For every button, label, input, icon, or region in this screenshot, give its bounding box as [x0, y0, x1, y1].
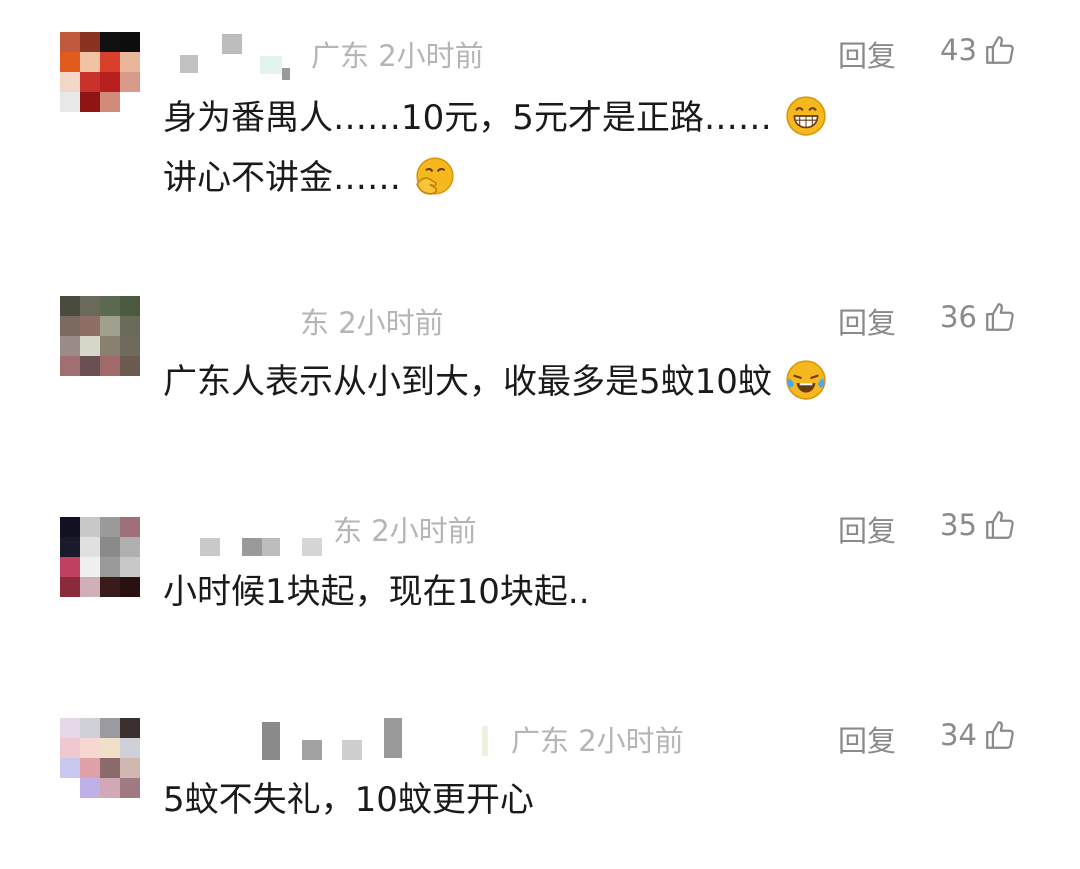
timestamp: 2小时前 — [338, 306, 444, 340]
timestamp: 2小时前 — [371, 514, 477, 548]
comment-text: 身为番禺人……10元，5元才是正路…… — [163, 88, 827, 148]
comment-text-line: 广东人表示从小到大，收最多是5蚊10蚊 — [163, 362, 772, 402]
grinning-emoji — [786, 96, 826, 136]
comment-text: 5蚊不失礼，10蚊更开心 — [163, 770, 534, 830]
comment-text: 广东人表示从小到大，收最多是5蚊10蚊 — [163, 352, 827, 412]
like-count: 34 — [940, 718, 977, 752]
location: 东 — [333, 514, 363, 548]
reply-button[interactable]: 回复 — [838, 300, 896, 342]
comment-feed: 广东 2小时前 回复 43 身为番禺人……10元，5元才是正路…… 讲心不讲金…… — [0, 0, 1080, 869]
comment-text: 小时候1块起，现在10块起.. — [163, 562, 590, 622]
comment-text-line: 身为番禺人……10元，5元才是正路…… — [163, 98, 772, 138]
comment-meta: 东 2小时前 — [333, 508, 477, 550]
thumbs-up-outline-icon — [986, 721, 1014, 749]
thumbs-up-outline-icon — [986, 511, 1014, 539]
username-redacted[interactable] — [200, 530, 330, 560]
like-count: 35 — [940, 508, 977, 542]
like-button[interactable]: 36 — [940, 300, 1017, 334]
timestamp: 2小时前 — [378, 39, 484, 73]
comment-meta: 广东 2小时前 — [511, 718, 684, 760]
reply-button[interactable]: 回复 — [838, 718, 896, 760]
comment-meta: 广东 2小时前 — [311, 33, 484, 75]
smirking-hand-emoji — [416, 157, 454, 195]
comment-text-line: 讲心不讲金…… — [163, 158, 401, 198]
username-redacted[interactable] — [262, 716, 492, 764]
like-button[interactable]: 34 — [940, 718, 1017, 752]
crying-laughing-emoji — [786, 360, 826, 400]
like-count: 36 — [940, 300, 977, 334]
username-redacted[interactable] — [180, 30, 300, 80]
thumbs-up-outline-icon — [986, 36, 1014, 64]
like-button[interactable]: 43 — [940, 33, 1017, 67]
location: 广东 — [311, 39, 370, 73]
like-button[interactable]: 35 — [940, 508, 1017, 542]
like-count: 43 — [940, 33, 977, 67]
reply-button[interactable]: 回复 — [838, 508, 896, 550]
comment-meta: 东 2小时前 — [300, 300, 444, 342]
avatar[interactable] — [60, 32, 140, 112]
comment-text-line: 5蚊不失礼，10蚊更开心 — [163, 780, 534, 820]
reply-button[interactable]: 回复 — [838, 33, 896, 75]
location: 广东 — [511, 724, 570, 758]
avatar[interactable] — [60, 718, 140, 798]
avatar[interactable] — [60, 296, 140, 376]
avatar[interactable] — [60, 517, 140, 597]
thumbs-up-outline-icon — [986, 303, 1014, 331]
comment-text-line: 小时候1块起，现在10块起.. — [163, 572, 590, 612]
timestamp: 2小时前 — [578, 724, 684, 758]
comment-text: 讲心不讲金…… — [163, 148, 456, 208]
location: 东 — [300, 306, 330, 340]
